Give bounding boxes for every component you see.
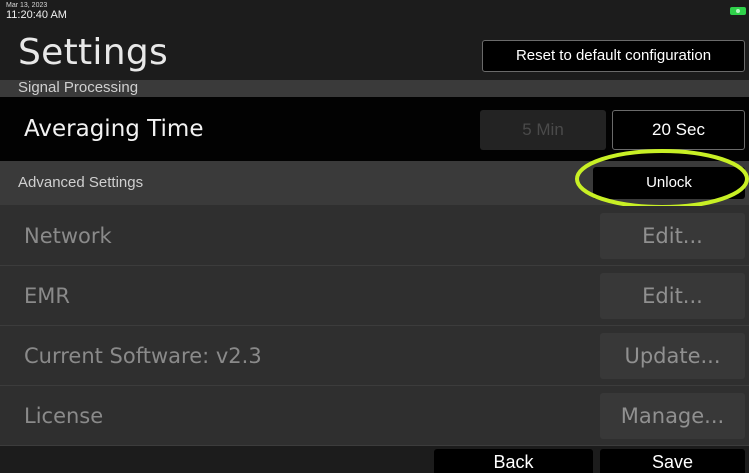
save-button[interactable]: Save: [600, 449, 745, 473]
reset-to-default-button[interactable]: Reset to default configuration: [482, 40, 745, 72]
battery-icon: [730, 7, 746, 15]
setting-row-current-software: Current Software: v2.3 Update...: [0, 326, 749, 386]
status-time: 11:20:40 AM: [6, 9, 67, 21]
setting-row-emr: EMR Edit...: [0, 266, 749, 326]
setting-label-emr: EMR: [24, 284, 70, 308]
settings-screen: Mar 13, 2023 11:20:40 AM Settings Reset …: [0, 0, 749, 473]
page-title: Settings: [18, 32, 169, 73]
averaging-time-row: Averaging Time 5 Min 20 Sec: [0, 97, 749, 161]
header: Mar 13, 2023 11:20:40 AM Settings Reset …: [0, 0, 749, 80]
software-update-button[interactable]: Update...: [600, 333, 745, 379]
network-edit-button[interactable]: Edit...: [600, 213, 745, 259]
averaging-option-5-min[interactable]: 5 Min: [480, 110, 606, 150]
unlock-button[interactable]: Unlock: [593, 167, 745, 199]
setting-row-license: License Manage...: [0, 386, 749, 446]
setting-label-network: Network: [24, 224, 112, 248]
setting-label-current-software: Current Software: v2.3: [24, 344, 262, 368]
setting-label-license: License: [24, 404, 104, 428]
footer-bar: Back Save: [0, 446, 749, 473]
setting-row-network: Network Edit...: [0, 206, 749, 266]
averaging-option-20-sec[interactable]: 20 Sec: [612, 110, 745, 150]
emr-edit-button[interactable]: Edit...: [600, 273, 745, 319]
back-button[interactable]: Back: [434, 449, 593, 473]
averaging-time-label: Averaging Time: [24, 116, 204, 142]
section-header-signal-processing: Signal Processing: [0, 80, 749, 97]
license-manage-button[interactable]: Manage...: [600, 393, 745, 439]
